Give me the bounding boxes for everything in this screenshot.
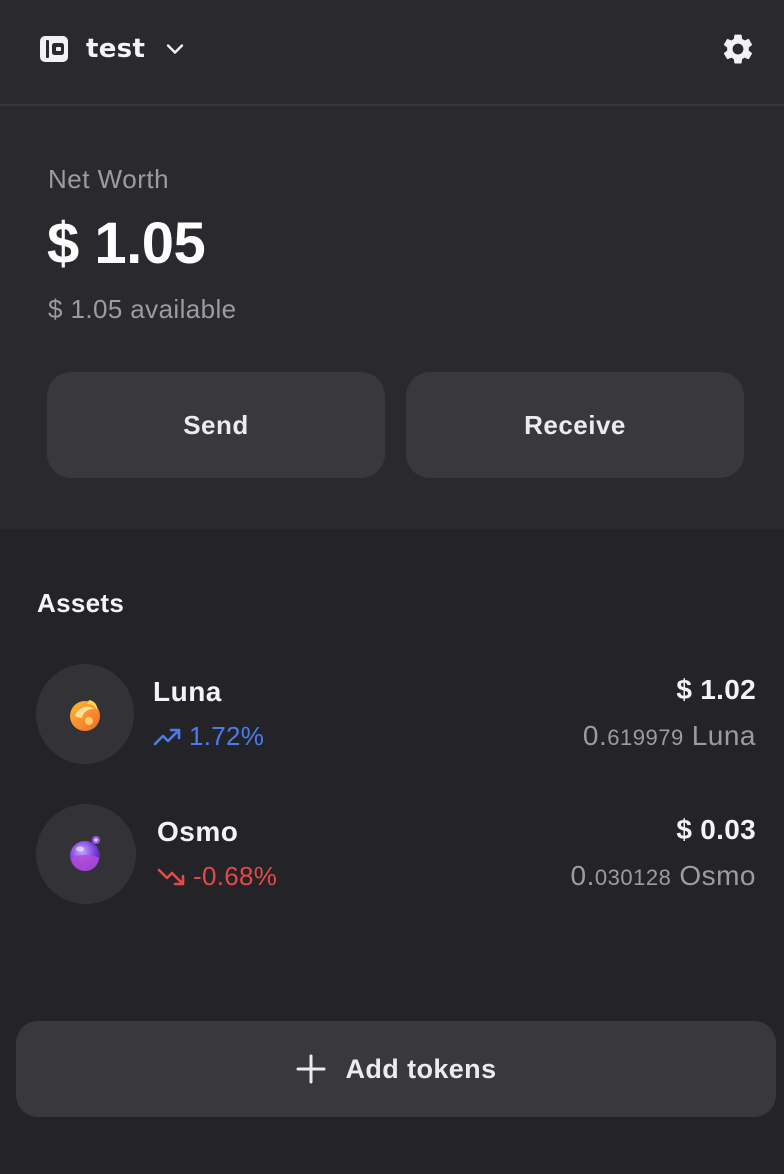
amount-integer: 0.: [570, 860, 595, 891]
assets-heading: Assets: [37, 588, 125, 618]
asset-usd-value: $ 0.03: [676, 814, 756, 845]
wallet-name: test: [86, 34, 146, 64]
token-avatar: [36, 804, 136, 904]
settings-button[interactable]: [720, 31, 756, 67]
net-worth-value: $ 1.05: [47, 211, 206, 276]
amount-decimals: 619979: [607, 725, 684, 750]
amount-integer: 0.: [582, 720, 608, 751]
asset-row-osmo[interactable]: Osmo -0.68% $ 0.03 0.030128 Osmo: [0, 804, 784, 904]
trending-down-icon: [157, 868, 185, 885]
asset-change: 1.72%: [153, 721, 264, 752]
net-worth-panel: Net Worth $ 1.05 $ 1.05 available Send R…: [0, 106, 784, 529]
amount-symbol: Luna: [691, 720, 756, 751]
asset-row-luna[interactable]: Luna 1.72% $ 1.02 0.619979 Luna: [0, 664, 784, 764]
asset-amount: 0.030128 Osmo: [571, 860, 756, 892]
send-button[interactable]: Send: [47, 372, 385, 478]
asset-amount: 0.619979 Luna: [583, 720, 756, 752]
chevron-down-icon: [166, 44, 184, 54]
luna-token-icon: [70, 700, 100, 731]
asset-change: -0.68%: [157, 861, 277, 892]
gear-icon: [723, 34, 753, 64]
token-avatar: [36, 664, 134, 764]
plus-icon: [296, 1054, 326, 1084]
amount-decimals: 030128: [594, 865, 672, 890]
add-tokens-label: Add tokens: [345, 1053, 497, 1084]
header: test: [0, 0, 784, 106]
wallet-icon: [40, 36, 68, 62]
asset-change-value: -0.68%: [193, 861, 278, 891]
asset-name: Luna: [153, 676, 222, 707]
wallet-app: test Net Worth $ 1.05 $ 1.05 available S…: [0, 0, 784, 1174]
amount-symbol: Osmo: [679, 860, 756, 891]
receive-button[interactable]: Receive: [406, 372, 744, 478]
asset-change-value: 1.72%: [189, 721, 265, 751]
wallet-switcher[interactable]: test: [38, 30, 185, 68]
asset-usd-value: $ 1.02: [676, 674, 756, 705]
trending-up-icon: [153, 728, 181, 745]
add-tokens-button[interactable]: Add tokens: [16, 1021, 776, 1117]
osmo-token-icon: [70, 836, 100, 871]
net-worth-label: Net Worth: [48, 164, 170, 194]
available-balance: $ 1.05 available: [48, 294, 237, 324]
asset-name: Osmo: [157, 816, 239, 847]
